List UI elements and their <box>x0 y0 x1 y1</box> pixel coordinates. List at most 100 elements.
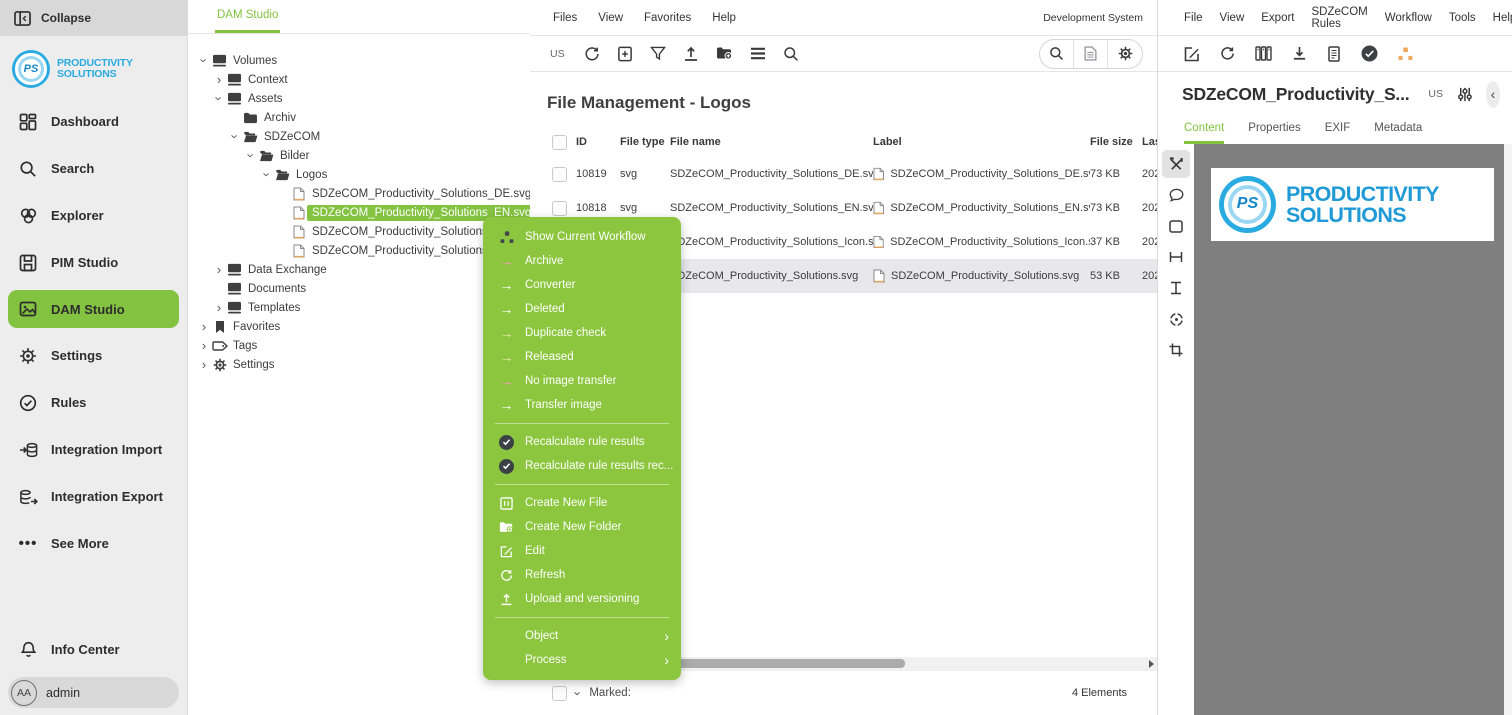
tree-node-file-icon[interactable]: › SDZeCOM_Productivity_Solutions_Icon.sv… <box>188 222 530 241</box>
menu-item-recalculate-rule-results[interactable]: Recalculate rule results <box>483 430 681 454</box>
sidebar-item-search[interactable]: Search <box>0 145 187 192</box>
menu-list-icon[interactable] <box>750 47 766 60</box>
column-header-label[interactable]: Label <box>873 136 1090 148</box>
column-header-id[interactable]: ID <box>576 136 620 148</box>
new-folder-icon[interactable] <box>716 46 733 61</box>
chevron-right-icon[interactable]: › <box>197 339 211 352</box>
chevron-down-icon[interactable]: › <box>571 691 586 695</box>
tools-icon[interactable] <box>1162 150 1190 178</box>
menu-view[interactable]: View <box>1220 12 1245 24</box>
check-circle-icon[interactable] <box>1361 45 1378 62</box>
chevron-down-icon[interactable]: › <box>229 130 242 144</box>
document-icon[interactable] <box>1327 46 1341 62</box>
select-all-checkbox[interactable] <box>552 135 567 150</box>
comment-icon[interactable] <box>1162 181 1190 209</box>
menu-item-edit[interactable]: Edit <box>483 539 681 563</box>
tree-node-templates[interactable]: › Templates <box>188 298 530 317</box>
collapse-button[interactable]: Collapse <box>0 0 187 36</box>
menu-item-duplicate-check[interactable]: → Duplicate check <box>483 321 681 345</box>
chevron-right-icon[interactable]: › <box>212 73 226 86</box>
chevron-right-icon[interactable]: › <box>212 263 226 276</box>
vertical-scrollbar[interactable] <box>1504 144 1512 715</box>
menu-favorites[interactable]: Favorites <box>644 12 691 24</box>
menu-item-no-image-transfer[interactable]: → No image transfer <box>483 369 681 393</box>
gear-icon[interactable] <box>1108 40 1142 68</box>
tree-node-bilder[interactable]: › Bilder <box>188 146 530 165</box>
tree-node-settings[interactable]: › Settings <box>188 355 530 374</box>
tab-dam-studio[interactable]: DAM Studio <box>215 0 280 33</box>
column-header-file-name[interactable]: File name <box>670 136 873 148</box>
menu-item-object[interactable]: Object › <box>483 624 681 648</box>
column-header-file-size[interactable]: File size <box>1090 136 1142 148</box>
tab-content[interactable]: Content <box>1184 116 1224 144</box>
chevron-down-icon[interactable]: › <box>213 92 226 106</box>
tree-node-documents[interactable]: › Documents <box>188 279 530 298</box>
menu-files[interactable]: Files <box>553 12 577 24</box>
tree-node-context[interactable]: › Context <box>188 70 530 89</box>
sidebar-item-integration-export[interactable]: Integration Export <box>0 473 187 520</box>
workflow-status-icon[interactable] <box>1398 47 1413 61</box>
tree-node-file-en[interactable]: › SDZeCOM_Productivity_Solutions_EN.svg <box>188 203 530 222</box>
tree-node-data-exchange[interactable]: › Data Exchange <box>188 260 530 279</box>
menu-item-show-current-workflow[interactable]: Show Current Workflow <box>483 225 681 249</box>
sidebar-item-dam-studio[interactable]: DAM Studio <box>8 290 179 328</box>
chevron-right-icon[interactable]: › <box>197 320 211 333</box>
tree-node-file-main[interactable]: › SDZeCOM_Productivity_Solutions.svg <box>188 241 530 260</box>
tree-node-assets[interactable]: › Assets <box>188 89 530 108</box>
tab-properties[interactable]: Properties <box>1248 116 1300 144</box>
marked-checkbox[interactable] <box>552 686 567 701</box>
menu-item-deleted[interactable]: → Deleted <box>483 297 681 321</box>
sidebar-item-rules[interactable]: Rules <box>0 379 187 426</box>
menu-item-create-new-file[interactable]: Create New File <box>483 491 681 515</box>
sidebar-item-pim-studio[interactable]: PIM Studio <box>0 239 187 286</box>
crop-icon[interactable] <box>1162 336 1190 364</box>
sidebar-item-integration-import[interactable]: Integration Import <box>0 426 187 473</box>
tree-node-logos[interactable]: › Logos <box>188 165 530 184</box>
locale-label[interactable]: US <box>550 48 565 60</box>
menu-item-recalculate-rule-results-rec[interactable]: Recalculate rule results rec... <box>483 454 681 478</box>
image-preview-canvas[interactable]: PS PRODUCTIVITYSOLUTIONS <box>1194 144 1512 715</box>
filter-icon[interactable] <box>650 46 666 61</box>
menu-help[interactable]: Help <box>1493 12 1512 24</box>
refresh-icon[interactable] <box>584 46 600 62</box>
measure-horizontal-icon[interactable] <box>1162 243 1190 271</box>
chevron-down-icon[interactable]: › <box>198 54 211 68</box>
menu-workflow[interactable]: Workflow <box>1385 12 1432 24</box>
sidebar-item-settings[interactable]: Settings <box>0 332 187 379</box>
locale-label[interactable]: US <box>1428 88 1443 100</box>
edit-icon[interactable] <box>1184 46 1200 62</box>
menu-item-create-new-folder[interactable]: Create New Folder <box>483 515 681 539</box>
column-header-file-type[interactable]: File type <box>620 136 670 148</box>
search-icon[interactable] <box>1040 40 1074 68</box>
chevron-down-icon[interactable]: › <box>245 149 258 163</box>
sidebar-item-info-center[interactable]: Info Center <box>0 626 187 673</box>
rectangle-icon[interactable] <box>1162 212 1190 240</box>
menu-item-refresh[interactable]: Refresh <box>483 563 681 587</box>
measure-vertical-icon[interactable] <box>1162 274 1190 302</box>
target-icon[interactable] <box>1162 305 1190 333</box>
menu-export[interactable]: Export <box>1261 12 1294 24</box>
tree-node-volumes[interactable]: › Volumes <box>188 51 530 70</box>
row-checkbox[interactable] <box>552 167 567 182</box>
user-menu[interactable]: AA admin <box>8 677 179 708</box>
tab-exif[interactable]: EXIF <box>1325 116 1351 144</box>
tab-metadata[interactable]: Metadata <box>1374 116 1422 144</box>
sliders-icon[interactable] <box>1456 86 1473 103</box>
refresh-icon[interactable] <box>1220 46 1235 61</box>
tree-node-tags[interactable]: › Tags <box>188 336 530 355</box>
tree-node-favorites[interactable]: › Favorites <box>188 317 530 336</box>
tree-node-file-de[interactable]: › SDZeCOM_Productivity_Solutions_DE.svg <box>188 184 530 203</box>
menu-item-process[interactable]: Process › <box>483 648 681 672</box>
menu-item-released[interactable]: → Released <box>483 345 681 369</box>
download-icon[interactable] <box>1292 46 1307 61</box>
sidebar-item-dashboard[interactable]: Dashboard <box>0 98 187 145</box>
row-checkbox[interactable] <box>552 201 567 216</box>
menu-item-converter[interactable]: → Converter <box>483 273 681 297</box>
chevron-down-icon[interactable]: › <box>261 168 274 182</box>
menu-item-upload-and-versioning[interactable]: Upload and versioning <box>483 587 681 611</box>
new-file-icon[interactable] <box>617 46 633 62</box>
tree-node-sdzecom[interactable]: › SDZeCOM <box>188 127 530 146</box>
menu-item-archive[interactable]: → Archive <box>483 249 681 273</box>
table-row[interactable]: 10819 svg SDZeCOM_Productivity_Solutions… <box>530 157 1157 191</box>
search-icon[interactable] <box>783 46 799 62</box>
